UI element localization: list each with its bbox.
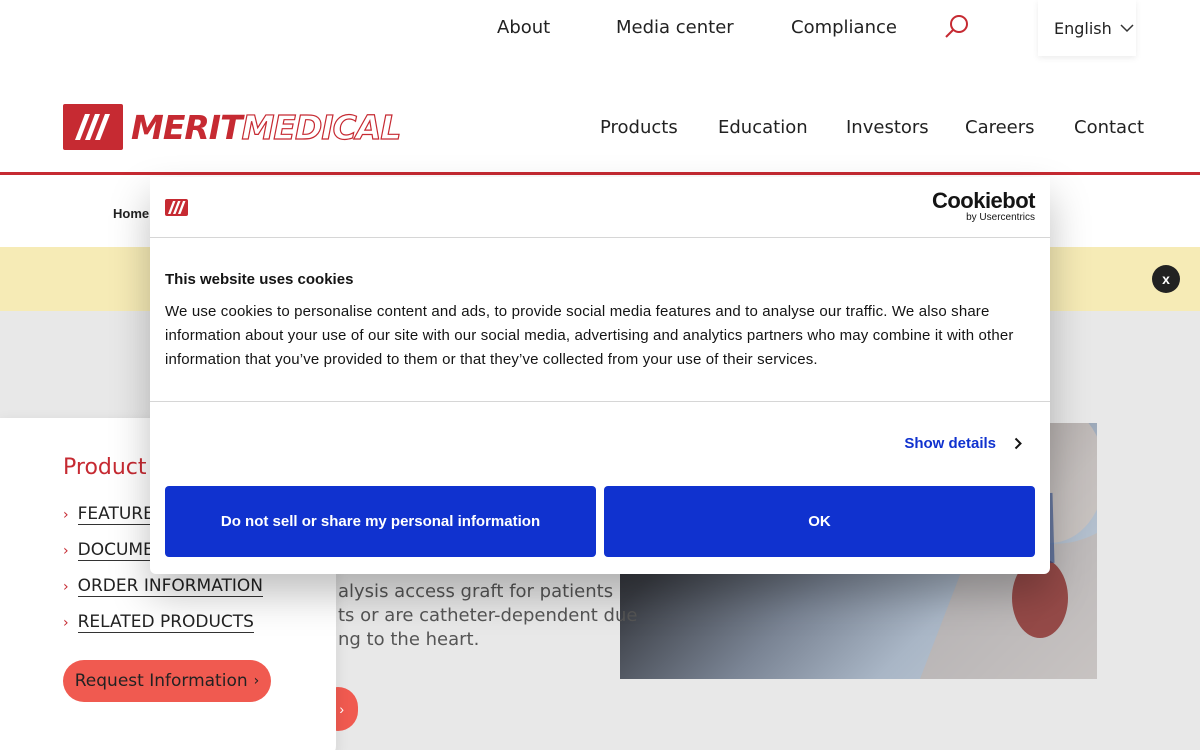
cookie-consent-dialog: Cookiebot by Usercentrics This website u… (150, 177, 1050, 574)
close-icon[interactable]: x (1152, 265, 1180, 293)
main-header: MERITMEDICAL Products Education Investor… (0, 56, 1200, 175)
site-logo-small (165, 199, 188, 216)
brand-logo[interactable]: MERITMEDICAL (63, 104, 402, 150)
chevron-right-icon: › (253, 673, 260, 689)
logo-wordmark: MERITMEDICAL (131, 107, 402, 147)
chevron-right-icon: › (63, 542, 69, 559)
nav-about[interactable]: About (497, 17, 550, 38)
nav-contact[interactable]: Contact (1074, 117, 1144, 138)
language-selector[interactable]: English (1038, 0, 1136, 56)
request-information-button[interactable]: Request Information › (63, 660, 271, 702)
chevron-right-icon: › (339, 701, 344, 717)
cookie-dialog-header: Cookiebot by Usercentrics (150, 177, 1050, 238)
cookiebot-logo[interactable]: Cookiebot by Usercentrics (932, 190, 1036, 224)
cookie-dialog-title: This website uses cookies (165, 271, 354, 288)
search-icon[interactable] (944, 14, 970, 40)
sidebar-link-order-information[interactable]: › ORDER INFORMATION (63, 576, 264, 597)
divider (150, 401, 1050, 402)
nav-investors[interactable]: Investors (846, 117, 929, 138)
utility-bar: About Media center Compliance English (0, 0, 1200, 56)
chevron-right-icon (1014, 437, 1022, 450)
chevron-down-icon (1120, 23, 1134, 32)
cookie-dialog-text: We use cookies to personalise content an… (165, 303, 1014, 368)
nav-media-center[interactable]: Media center (616, 17, 734, 38)
sidebar-link-related-products[interactable]: › RELATED PRODUCTS (63, 612, 254, 633)
chevron-right-icon: › (63, 614, 69, 631)
nav-careers[interactable]: Careers (965, 117, 1035, 138)
product-description: alysis access graft for patients ts or a… (338, 581, 638, 650)
sidebar-title: Product (63, 455, 147, 480)
do-not-sell-button[interactable]: Do not sell or share my personal informa… (165, 486, 596, 557)
breadcrumb-home[interactable]: Home (113, 206, 149, 221)
nav-education[interactable]: Education (718, 117, 808, 138)
logo-mark (63, 104, 123, 150)
show-details-link[interactable]: Show details (904, 435, 1022, 452)
nav-compliance[interactable]: Compliance (791, 17, 897, 38)
language-label: English (1054, 18, 1112, 38)
chevron-right-icon: › (63, 578, 69, 595)
ok-button[interactable]: OK (604, 486, 1035, 557)
chevron-right-icon: › (63, 506, 69, 523)
nav-products[interactable]: Products (600, 117, 678, 138)
